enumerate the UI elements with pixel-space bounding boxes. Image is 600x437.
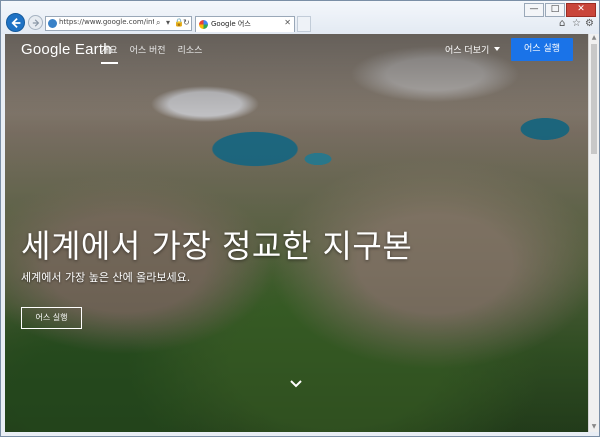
more-earth-label: 어스 더보기 <box>445 46 490 56</box>
home-icon[interactable]: ⌂ <box>559 18 565 29</box>
browser-window: — □ ✕ https://www.google.com/intl/ko/ear… <box>0 0 600 437</box>
dropdown-arrow-icon[interactable]: ▾ <box>166 18 170 27</box>
launch-earth-button[interactable]: 어스 실행 <box>511 38 573 61</box>
nav-item-versions[interactable]: 어스 버전 <box>130 43 166 64</box>
browser-tab[interactable]: Google 어스 ✕ <box>195 16 295 32</box>
main-nav: 개요 어스 버전 리소스 <box>101 43 214 64</box>
scroll-up-arrow-icon[interactable]: ▲ <box>589 34 599 43</box>
arrow-left-icon <box>10 17 20 28</box>
nav-item-resources[interactable]: 리소스 <box>178 43 203 64</box>
hero-subtitle: 세계에서 가장 높은 산에 올라보세요. <box>21 271 191 284</box>
google-favicon-icon <box>199 20 208 29</box>
refresh-icon[interactable]: ↻ <box>183 18 190 27</box>
tab-title: Google 어스 <box>211 20 251 28</box>
close-window-button[interactable]: ✕ <box>566 3 596 17</box>
arrow-right-icon <box>32 18 39 27</box>
window-controls: — □ ✕ <box>523 3 596 17</box>
caret-down-icon <box>494 47 501 51</box>
nav-item-overview[interactable]: 개요 <box>101 43 118 64</box>
forward-button[interactable] <box>28 15 43 30</box>
browser-chrome: — □ ✕ https://www.google.com/intl/ko/ear… <box>1 1 599 34</box>
address-bar[interactable]: https://www.google.com/intl/ko/earth ⌕ ▾… <box>45 16 192 31</box>
tab-close-icon[interactable]: ✕ <box>284 18 291 27</box>
maximize-button[interactable]: □ <box>545 3 565 17</box>
new-tab-button[interactable] <box>297 16 311 32</box>
scroll-down-arrow-icon[interactable]: ▼ <box>589 423 599 432</box>
vertical-scrollbar[interactable]: ▲ ▼ <box>588 34 599 432</box>
page-viewport: Google Earth 개요 어스 버전 리소스 어스 더보기 어스 실행 세… <box>5 34 588 432</box>
hero-title: 세계에서 가장 정교한 지구본 <box>21 227 413 265</box>
more-earth-dropdown[interactable]: 어스 더보기 <box>445 43 501 56</box>
settings-gear-icon[interactable]: ⚙ <box>585 18 594 29</box>
globe-icon <box>48 19 57 28</box>
search-icon[interactable]: ⌕ <box>156 18 160 28</box>
favorites-star-icon[interactable]: ☆ <box>572 18 581 29</box>
site-header: Google Earth 개요 어스 버전 리소스 어스 더보기 어스 실행 <box>5 34 588 68</box>
google-earth-logo[interactable]: Google Earth <box>21 41 112 58</box>
scrollbar-thumb[interactable] <box>591 44 597 154</box>
minimize-button[interactable]: — <box>524 3 544 17</box>
scroll-down-chevron-icon[interactable] <box>289 374 303 393</box>
address-url: https://www.google.com/intl/ko/earth <box>59 18 154 26</box>
back-button[interactable] <box>6 13 25 32</box>
hero-launch-button[interactable]: 어스 실행 <box>21 307 82 329</box>
